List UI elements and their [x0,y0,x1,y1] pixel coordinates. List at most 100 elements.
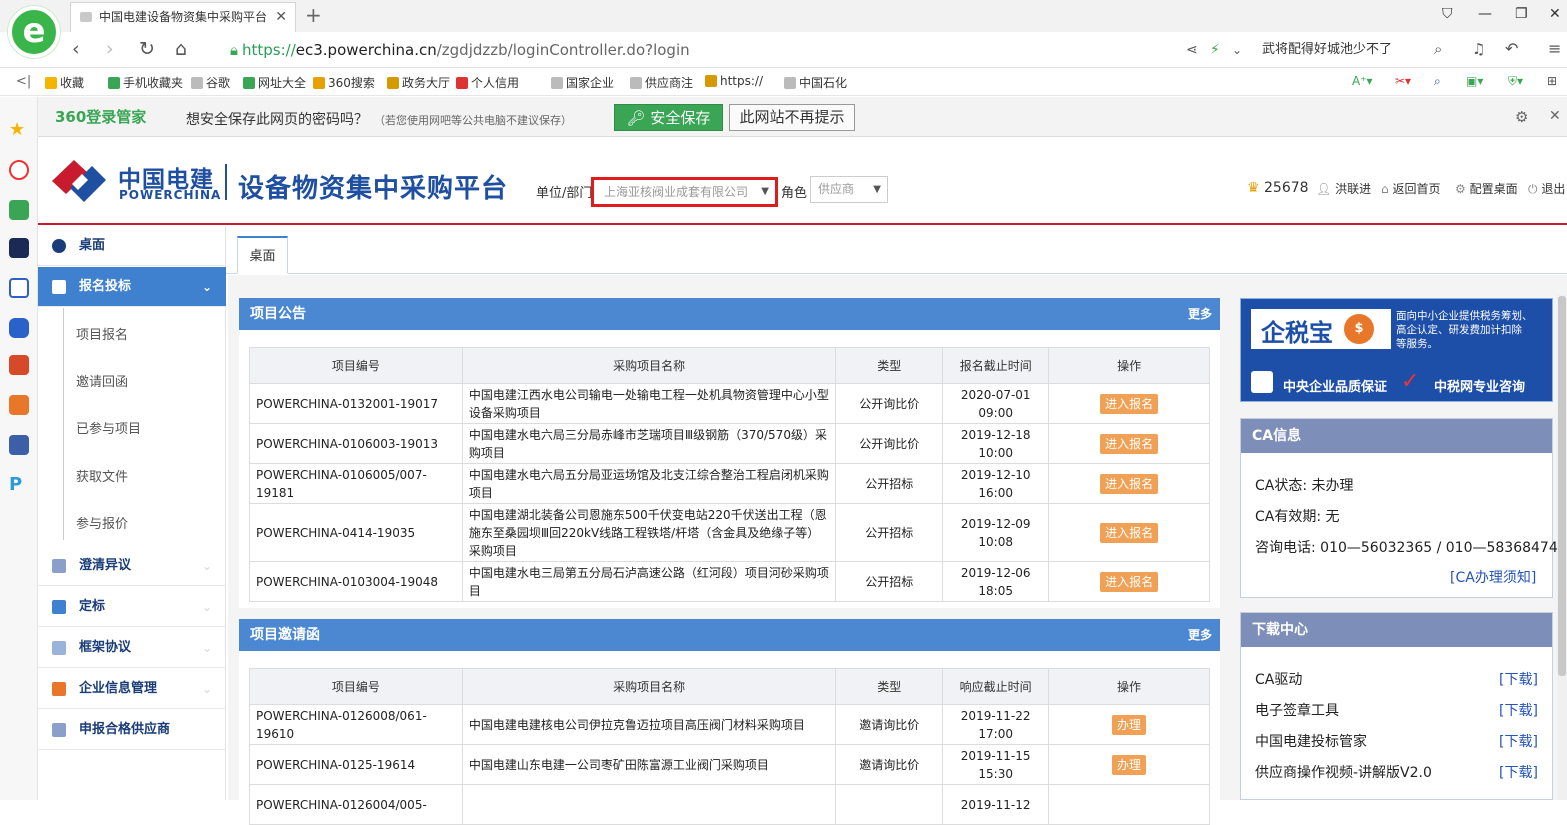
restore-icon[interactable]: ❐ [1515,6,1528,22]
nav-item-desk[interactable]: 桌面 [38,226,226,266]
game-app-icon[interactable] [9,355,29,375]
qishuibao-ad-banner[interactable]: 企税宝 $ 面向中小企业提供税务筹划、 高企认定、研发费加计扣除 等服务。 中央… [1240,298,1553,402]
bookmark-item[interactable]: 收藏 [45,74,84,91]
subnav-item[interactable]: 参与报价 [76,513,128,532]
download-link[interactable]: [下载] [1499,731,1538,751]
undo-icon[interactable]: ↶ [1505,39,1518,58]
home-link[interactable]: ⌂ 返回首页 [1381,180,1440,197]
bookmark-item[interactable]: 谷歌 [191,74,230,91]
never-remind-button[interactable]: 此网站不再提示 [729,104,855,131]
chat-icon[interactable] [9,318,29,338]
minimize-icon[interactable]: — [1478,6,1492,22]
nav-item-bid[interactable]: 报名投标 ⌄ [38,267,226,307]
mail-icon[interactable] [9,200,29,220]
magnifier-icon[interactable]: ⌕ [1434,74,1441,89]
new-tab-icon[interactable]: + [305,3,322,27]
tab-close-icon[interactable]: ✕ [275,3,287,31]
game-app-2-icon[interactable] [9,395,29,415]
content-tab-bar [226,226,1567,274]
download-link[interactable]: [下载] [1499,762,1538,782]
nav-item-enterprise[interactable]: 企业信息管理 ⌄ [38,669,226,709]
sidebar-toggle-icon[interactable]: <| [16,74,31,89]
download-item-name: 电子签章工具 [1255,703,1339,719]
weibo-icon[interactable] [9,160,29,180]
bookmark-item[interactable]: 中国石化 [784,74,847,91]
operation-button[interactable]: 办理 [1112,754,1147,775]
headphones-icon[interactable]: ♫ [1472,40,1485,58]
deadline-date: 2019-12-18 [960,427,1031,442]
bookmark-item[interactable]: 手机收藏夹 [108,74,183,91]
ad-line-3: 等服务。 [1396,338,1438,350]
table-row: POWERCHINA-0132001-19017 中国电建江西水电公司输电一处输电… [249,383,1210,424]
invite-header: 项目邀请函 更多 [239,619,1220,651]
scrollbar-thumb[interactable] [1558,296,1566,676]
apps-grid-icon[interactable]: ⊞ [1547,74,1557,88]
shield-icon[interactable]: ⛨▾ [1508,74,1523,89]
close-bar-icon[interactable]: ✕ [1549,108,1561,124]
project-type: 公开询比价 [835,383,944,424]
operation-button[interactable]: 进入报名 [1100,433,1159,454]
home-icon[interactable]: ⌂ [175,38,187,60]
settings-gear-icon[interactable]: ⚙ [1515,108,1528,126]
logout-link[interactable]: ⏻ 退出 [1528,180,1565,197]
unit-select[interactable]: 上海亚核阀业成套有限公司 ▼ [591,177,778,207]
forward-icon[interactable]: › [106,38,114,60]
gamepad-icon[interactable]: ▣▾ [1466,74,1483,88]
subnav-item[interactable]: 获取文件 [76,466,128,485]
bookmark-item[interactable]: 360搜索 [313,74,375,91]
reload-icon[interactable]: ↻ [139,38,155,60]
bookmark-favicon-icon [630,77,642,89]
shirt-skin-icon[interactable]: ⛉ [1442,6,1453,22]
invite-more-link[interactable]: 更多 [1188,619,1212,651]
p-app-icon[interactable]: P [9,475,29,495]
user-link[interactable]: 👤︎ 洪联进 [1316,180,1371,197]
bookmark-item[interactable]: 网址大全 [243,74,306,91]
subnav-item[interactable]: 项目报名 [76,324,128,343]
nav-item-clarify[interactable]: 澄清异议 ⌄ [38,546,226,586]
translate-icon[interactable]: A⁺▾ [1352,74,1373,88]
close-window-icon[interactable]: ✕ [1549,6,1561,22]
tab-desk[interactable]: 桌面 [237,236,288,274]
operation-button[interactable]: 进入报名 [1100,393,1159,414]
bookmark-item[interactable]: 供应商注 [630,74,693,91]
favorites-star-icon[interactable]: ★ [9,120,29,140]
nav-item-framework[interactable]: 框架协议 ⌄ [38,628,226,668]
role-label: 角色 [781,186,808,201]
url-input[interactable]: 🔒︎ https://ec3.powerchina.cn/zgdjdzzb/log… [230,39,1130,61]
back-icon[interactable]: ‹ [72,38,80,60]
download-link[interactable]: [下载] [1499,669,1538,689]
lightning-icon[interactable]: ⚡ [1210,42,1220,58]
operation-button[interactable]: 进入报名 [1100,473,1159,494]
role-select-value: 供应商 [818,182,855,196]
save-password-button[interactable]: 🔑︎ 安全保存 [614,104,723,131]
subnav-item[interactable]: 邀请回函 [76,371,128,390]
bookmark-item[interactable]: 国家企业 [551,74,614,91]
scissors-icon[interactable]: ✂▾ [1395,74,1411,88]
browser-logo-icon[interactable]: e [8,6,60,58]
subnav-item[interactable]: 已参与项目 [76,418,141,437]
operation-button[interactable]: 进入报名 [1100,571,1159,592]
bookmark-item[interactable]: 个人信用 [456,74,519,91]
chevron-down-icon[interactable]: ⌄ [1232,43,1242,57]
operation-button[interactable]: 办理 [1112,714,1147,735]
bookmark-item[interactable]: https:// [705,74,763,88]
nav-item-award[interactable]: 定标 ⌄ [38,587,226,627]
operation-button[interactable]: 进入报名 [1100,522,1159,543]
news-app-icon[interactable] [9,238,29,258]
column-header: 操作 [1048,668,1210,705]
browser-tab[interactable]: 中国电建设备物资集中采购平台 ✕ [70,2,296,32]
invite-title: 项目邀请函 [250,627,320,643]
nav-item-qualified[interactable]: 申报合格供应商 [38,710,226,750]
config-desk-link[interactable]: ⚙ 配置桌面 [1455,180,1518,197]
game-app-3-icon[interactable] [9,435,29,455]
search-icon[interactable]: ⌕ [1434,40,1442,58]
bookmark-item[interactable]: 政务大厅 [387,74,450,91]
search-input[interactable]: 武将配得好城池少不了 [1262,39,1452,61]
ca-guide-link[interactable]: [CA办理须知] [1450,567,1536,587]
role-select[interactable]: 供应商 ▼ [810,176,888,203]
download-link[interactable]: [下载] [1499,700,1538,720]
menu-icon[interactable]: ≡ [1548,39,1561,58]
announce-more-link[interactable]: 更多 [1188,298,1212,330]
share-icon[interactable]: ⋖ [1186,42,1198,58]
document-icon[interactable] [9,278,29,298]
